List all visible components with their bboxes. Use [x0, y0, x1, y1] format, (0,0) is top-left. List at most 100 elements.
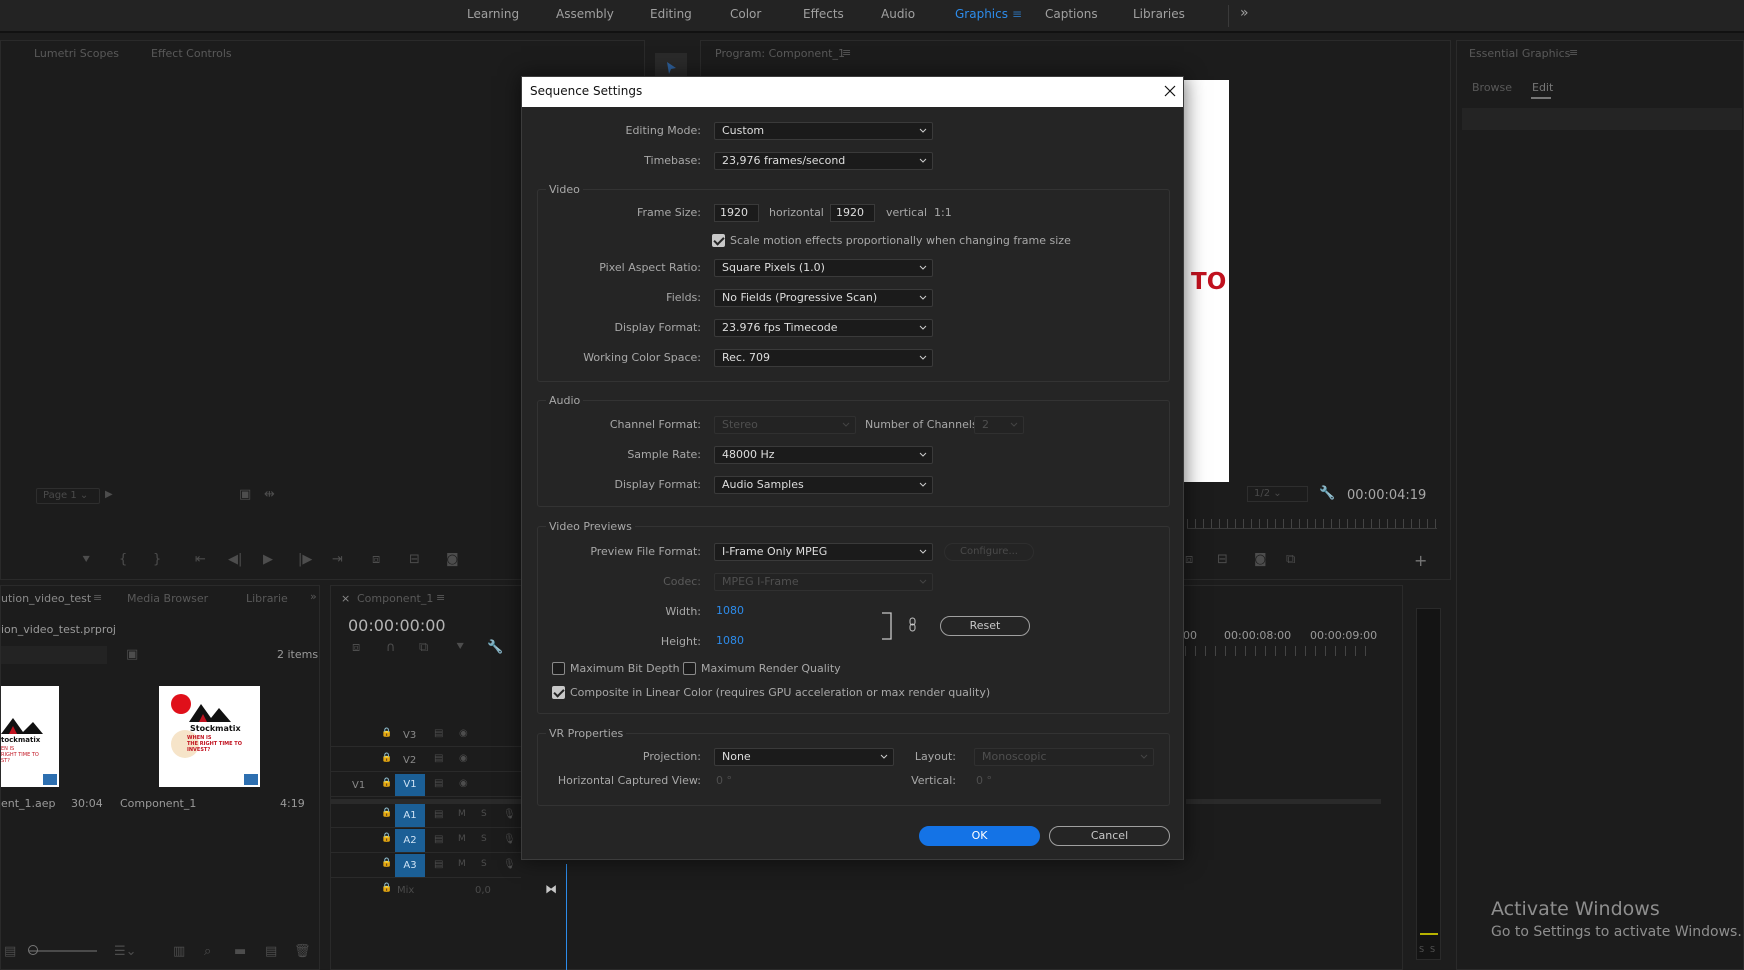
fields-select[interactable]: No Fields (Progressive Scan)	[714, 289, 933, 307]
workspace-learning[interactable]: Learning	[467, 7, 519, 21]
playhead-icon[interactable]: ⧓	[545, 882, 557, 896]
resolution-select[interactable]: 1/2 ⌄	[1247, 486, 1308, 502]
scale-motion-label[interactable]: Scale motion effects proportionally when…	[730, 234, 1071, 247]
add-button-icon[interactable]: +	[1414, 553, 1427, 569]
max-bit-depth-checkbox[interactable]	[552, 662, 565, 675]
linear-color-label[interactable]: Composite in Linear Color (requires GPU …	[570, 686, 990, 699]
sync-icon[interactable]: ▤	[434, 860, 443, 870]
nest-icon[interactable]: ⧈	[352, 641, 360, 654]
play-icon[interactable]: ▶	[263, 553, 273, 566]
close-tab-icon[interactable]: ×	[341, 592, 350, 605]
workspace-assembly[interactable]: Assembly	[556, 7, 614, 21]
marker-icon[interactable]: ⯆	[81, 554, 91, 567]
mix-value[interactable]: 0,0	[475, 885, 491, 896]
frame-height-input[interactable]: 1920	[830, 204, 875, 222]
track-a3[interactable]: 🔒 A3 ▤ M S 🎙	[331, 854, 521, 878]
editing-mode-select[interactable]: Custom	[714, 122, 933, 140]
page-select[interactable]: Page 1 ⌄	[36, 488, 100, 504]
sync-icon[interactable]: ▤	[434, 779, 443, 789]
tab-effect-controls[interactable]: Effect Controls	[151, 47, 232, 60]
preview-width-value[interactable]: 1080	[716, 604, 744, 617]
wrench-icon[interactable]: 🔧	[1319, 487, 1335, 500]
new-bin-icon[interactable]: ▣	[126, 648, 138, 661]
max-bit-depth-label[interactable]: Maximum Bit Depth	[570, 662, 680, 675]
project-item-thumb[interactable]: Stockmatix WHEN IS THE RIGHT TIME TO INV…	[159, 686, 260, 787]
track-v3[interactable]: 🔒 V3 ▤ ◉	[331, 724, 521, 747]
project-item-thumb[interactable]: tockmatix EN IS RIGHT TIME TO ST?	[1, 686, 59, 787]
play-page-icon[interactable]: ▶	[105, 490, 113, 500]
sample-rate-select[interactable]: 48000 Hz	[714, 446, 933, 464]
mute-icon[interactable]: M	[458, 810, 466, 819]
meter-solo-right[interactable]: S	[1430, 945, 1435, 954]
workspace-libraries[interactable]: Libraries	[1133, 7, 1185, 21]
preview-format-select[interactable]: I-Frame Only MPEG	[714, 543, 933, 561]
mic-icon[interactable]: 🎙	[503, 810, 516, 820]
track-a2[interactable]: 🔒 A2 ▤ M S 🎙	[331, 829, 521, 853]
lock-icon[interactable]: 🔒	[381, 809, 392, 818]
insert-icon[interactable]: ⧈	[372, 553, 380, 566]
mute-icon[interactable]: M	[458, 835, 466, 844]
program-menu-icon[interactable]: ≡	[842, 46, 851, 59]
lift-icon[interactable]: ⧈	[1185, 553, 1193, 566]
playhead-line[interactable]	[566, 864, 567, 970]
project-search-input[interactable]	[1, 646, 107, 664]
track-target[interactable]: A3	[395, 854, 425, 877]
mark-out-icon[interactable]: }	[153, 553, 161, 566]
more-workspaces-icon[interactable]: »	[1240, 5, 1249, 21]
sync-icon[interactable]: ▤	[434, 729, 443, 739]
timeline-menu-icon[interactable]: ≡	[436, 591, 445, 604]
workspace-editing[interactable]: Editing	[650, 7, 692, 21]
pixel-aspect-select[interactable]: Square Pixels (1.0)	[714, 259, 933, 277]
audio-display-format-select[interactable]: Audio Samples	[714, 476, 933, 494]
track-v1[interactable]: V1 🔒 V1 ▤ ◉	[331, 774, 521, 797]
timebase-select[interactable]: 23,976 frames/second	[714, 152, 933, 170]
tab-libraries[interactable]: Librarie	[246, 592, 288, 605]
linked-selection-icon[interactable]: ⧉	[419, 641, 428, 654]
workspace-menu-icon[interactable]: ≡	[1012, 7, 1022, 21]
preview-height-value[interactable]: 1080	[716, 634, 744, 647]
projection-select[interactable]: None	[714, 748, 894, 766]
track-v2[interactable]: 🔒 V2 ▤ ◉	[331, 749, 521, 772]
go-to-in-icon[interactable]: ⇤	[195, 553, 206, 566]
mic-icon[interactable]: 🎙	[503, 860, 516, 870]
track-mix[interactable]: 🔒 Mix 0,0	[331, 879, 521, 903]
tab-lumetri-scopes[interactable]: Lumetri Scopes	[34, 47, 119, 60]
timeline-ruler[interactable]	[1185, 646, 1375, 656]
max-render-quality-checkbox[interactable]	[683, 662, 696, 675]
eye-icon[interactable]: ◉	[459, 729, 468, 739]
camera-icon[interactable]: ◙	[446, 553, 459, 566]
eg-menu-icon[interactable]: ≡	[1569, 46, 1578, 59]
timeline-settings-icon[interactable]: 🔧	[487, 641, 503, 654]
go-to-out-icon[interactable]: ⇥	[332, 553, 343, 566]
lock-icon[interactable]: 🔒	[381, 754, 392, 763]
program-ruler[interactable]	[1187, 519, 1437, 529]
mute-icon[interactable]: M	[458, 860, 466, 869]
chain-link-icon[interactable]	[908, 617, 918, 633]
workspace-color[interactable]: Color	[730, 7, 761, 21]
program-camera-icon[interactable]: ◙	[1254, 553, 1267, 566]
export-frame-icon[interactable]: ▣	[239, 488, 251, 501]
list-view-icon[interactable]: ▤	[4, 945, 16, 958]
timeline-timecode[interactable]: 00:00:00:00	[348, 616, 446, 635]
eye-icon[interactable]: ◉	[459, 754, 468, 764]
close-icon[interactable]	[1164, 85, 1176, 97]
scale-motion-checkbox[interactable]	[712, 234, 725, 247]
track-target[interactable]: A2	[395, 829, 425, 852]
solo-icon[interactable]: S	[481, 835, 487, 844]
lock-icon[interactable]: 🔒	[381, 779, 392, 788]
frame-width-input[interactable]: 1920	[714, 204, 759, 222]
tab-browse[interactable]: Browse	[1472, 81, 1512, 94]
automate-icon[interactable]: ▥	[173, 945, 185, 958]
sort-icon[interactable]: ☰⌄	[114, 945, 137, 958]
sync-icon[interactable]: ▤	[434, 835, 443, 845]
linear-color-checkbox[interactable]	[552, 686, 565, 699]
track-target[interactable]: V1	[395, 774, 425, 796]
extract-icon[interactable]: ⊟	[1217, 553, 1228, 566]
track-target[interactable]: A1	[395, 804, 425, 827]
trash-icon[interactable]: 🗑	[294, 945, 311, 958]
sync-icon[interactable]: ▤	[434, 810, 443, 820]
tab-edit[interactable]: Edit	[1532, 81, 1553, 94]
mark-in-icon[interactable]: {	[119, 553, 127, 566]
find-icon[interactable]: ⌕	[204, 945, 211, 958]
overwrite-icon[interactable]: ⊟	[409, 553, 420, 566]
